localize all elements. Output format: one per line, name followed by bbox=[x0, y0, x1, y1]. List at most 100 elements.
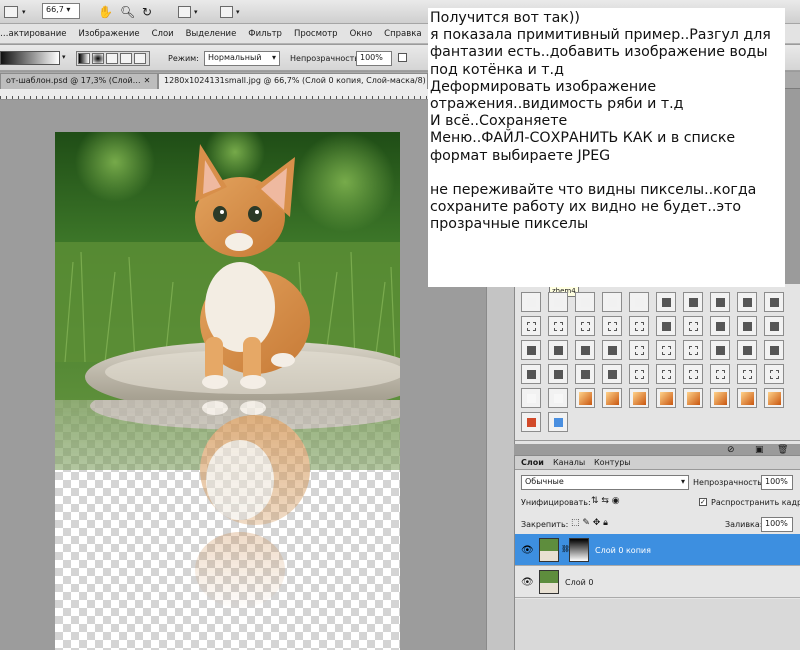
style-swatch[interactable] bbox=[521, 340, 541, 360]
style-swatch[interactable] bbox=[683, 364, 703, 384]
style-swatch[interactable] bbox=[656, 364, 676, 384]
menu-filter[interactable]: Фильтр bbox=[242, 29, 288, 39]
tab-template[interactable]: от-шаблон.psd @ 17,3% (Слой… ✕ bbox=[0, 73, 158, 89]
layer-name[interactable]: Слой 0 копия bbox=[595, 546, 651, 555]
arrange-documents-icon[interactable]: ▾ bbox=[178, 4, 198, 20]
mode-select[interactable]: Нормальный ▾ bbox=[204, 51, 280, 66]
style-swatch[interactable] bbox=[764, 292, 784, 312]
style-swatch[interactable] bbox=[683, 292, 703, 312]
layer-name[interactable]: Слой 0 bbox=[565, 578, 593, 587]
style-swatch[interactable] bbox=[602, 364, 622, 384]
lock-icons[interactable]: ⬚ ✎ ✥ 🔒︎ bbox=[571, 518, 608, 528]
reflected-gradient-icon[interactable] bbox=[120, 53, 132, 64]
style-swatch[interactable] bbox=[737, 340, 757, 360]
style-swatch[interactable] bbox=[764, 340, 784, 360]
radial-gradient-icon[interactable] bbox=[92, 53, 104, 64]
style-swatch[interactable] bbox=[737, 292, 757, 312]
menu-layers[interactable]: Слои bbox=[146, 29, 180, 39]
style-swatch[interactable] bbox=[521, 292, 541, 312]
style-swatch[interactable] bbox=[656, 340, 676, 360]
reverse-checkbox[interactable] bbox=[398, 53, 407, 62]
style-swatch[interactable] bbox=[575, 292, 595, 312]
menu-help[interactable]: Справка bbox=[378, 29, 427, 39]
gradient-preview[interactable] bbox=[0, 51, 60, 65]
style-swatch[interactable] bbox=[764, 364, 784, 384]
style-swatch[interactable] bbox=[575, 340, 595, 360]
style-swatch[interactable] bbox=[710, 292, 730, 312]
unify-icons[interactable]: ⇅ ⇆ ◉ bbox=[591, 496, 620, 506]
style-swatch[interactable] bbox=[629, 388, 649, 408]
propagate-checkbox[interactable]: ✓ bbox=[699, 498, 707, 506]
style-swatch[interactable] bbox=[737, 388, 757, 408]
menu-window[interactable]: Окно bbox=[344, 29, 379, 39]
style-swatch[interactable] bbox=[521, 364, 541, 384]
style-swatch[interactable] bbox=[656, 292, 676, 312]
fill-field[interactable]: 100% bbox=[761, 517, 793, 532]
opacity-field[interactable]: 100% bbox=[356, 51, 392, 66]
eye-icon[interactable]: 👁︎ bbox=[521, 577, 534, 588]
style-swatch[interactable] bbox=[629, 340, 649, 360]
rotate-view-icon[interactable]: ↻ bbox=[142, 4, 152, 20]
style-swatch[interactable] bbox=[656, 388, 676, 408]
layer-row-copy[interactable]: 👁︎ ⛓︎ Слой 0 копия bbox=[515, 534, 800, 566]
layer-opacity-field[interactable]: 100% bbox=[761, 475, 793, 490]
style-swatch[interactable] bbox=[521, 388, 541, 408]
style-swatch[interactable] bbox=[548, 292, 568, 312]
style-swatch[interactable] bbox=[602, 292, 622, 312]
style-swatch[interactable] bbox=[602, 316, 622, 336]
hand-tool-icon[interactable]: ✋ bbox=[98, 4, 113, 20]
style-swatch[interactable] bbox=[548, 364, 568, 384]
style-swatch[interactable] bbox=[737, 364, 757, 384]
tab-layers[interactable]: Слои bbox=[521, 458, 544, 467]
style-swatch[interactable] bbox=[521, 316, 541, 336]
blend-mode-select[interactable]: Обычные ▾ bbox=[521, 475, 689, 490]
style-swatch[interactable] bbox=[710, 340, 730, 360]
menu-edit[interactable]: …актирование bbox=[0, 29, 72, 39]
linear-gradient-icon[interactable] bbox=[78, 53, 90, 64]
document-canvas[interactable] bbox=[55, 132, 400, 650]
trash-icon[interactable]: 🗑︎ bbox=[777, 445, 788, 455]
style-swatch[interactable] bbox=[575, 364, 595, 384]
new-style-icon[interactable]: ⊘ bbox=[727, 445, 735, 455]
style-swatch[interactable] bbox=[710, 364, 730, 384]
style-swatch[interactable] bbox=[710, 388, 730, 408]
style-swatch[interactable] bbox=[629, 292, 649, 312]
style-swatch[interactable] bbox=[602, 388, 622, 408]
tab-channels[interactable]: Каналы bbox=[553, 458, 585, 467]
style-swatch[interactable] bbox=[548, 316, 568, 336]
style-swatch[interactable] bbox=[548, 412, 568, 432]
style-swatch[interactable] bbox=[764, 388, 784, 408]
style-swatch[interactable] bbox=[629, 364, 649, 384]
menu-select[interactable]: Выделение bbox=[180, 29, 243, 39]
close-icon[interactable]: ✕ bbox=[144, 76, 151, 85]
style-swatch[interactable] bbox=[548, 388, 568, 408]
style-swatch[interactable] bbox=[575, 388, 595, 408]
style-swatch[interactable] bbox=[575, 316, 595, 336]
diamond-gradient-icon[interactable] bbox=[134, 53, 146, 64]
style-swatch[interactable] bbox=[710, 316, 730, 336]
style-swatch[interactable] bbox=[521, 412, 541, 432]
chevron-down-icon[interactable]: ▾ bbox=[62, 53, 66, 61]
tab-kitten[interactable]: 1280x1024131small.jpg @ 66,7% (Слой 0 ко… bbox=[158, 73, 428, 89]
style-swatch[interactable] bbox=[629, 316, 649, 336]
style-swatch[interactable] bbox=[656, 316, 676, 336]
style-swatch[interactable] bbox=[602, 340, 622, 360]
layer-mask-thumbnail[interactable] bbox=[569, 538, 589, 562]
chevron-down-icon[interactable]: ▾ bbox=[22, 4, 26, 20]
menu-view[interactable]: Просмотр bbox=[288, 29, 344, 39]
eye-icon[interactable]: 👁︎ bbox=[521, 545, 534, 556]
style-swatch[interactable] bbox=[764, 316, 784, 336]
style-swatch[interactable] bbox=[683, 316, 703, 336]
zoom-tool-icon[interactable]: 🔍︎ bbox=[120, 4, 135, 20]
style-swatch[interactable] bbox=[548, 340, 568, 360]
frame-icon[interactable] bbox=[4, 4, 18, 20]
zoom-select[interactable]: 66,7 ▾ bbox=[42, 3, 80, 19]
style-swatch[interactable] bbox=[683, 388, 703, 408]
style-swatch[interactable] bbox=[683, 340, 703, 360]
angle-gradient-icon[interactable] bbox=[106, 53, 118, 64]
screen-mode-icon[interactable]: ▾ bbox=[220, 4, 240, 20]
layer-row-base[interactable]: 👁︎ Слой 0 bbox=[515, 566, 800, 598]
tab-paths[interactable]: Контуры bbox=[594, 458, 631, 467]
menu-image[interactable]: Изображение bbox=[72, 29, 145, 39]
style-swatch[interactable] bbox=[737, 316, 757, 336]
